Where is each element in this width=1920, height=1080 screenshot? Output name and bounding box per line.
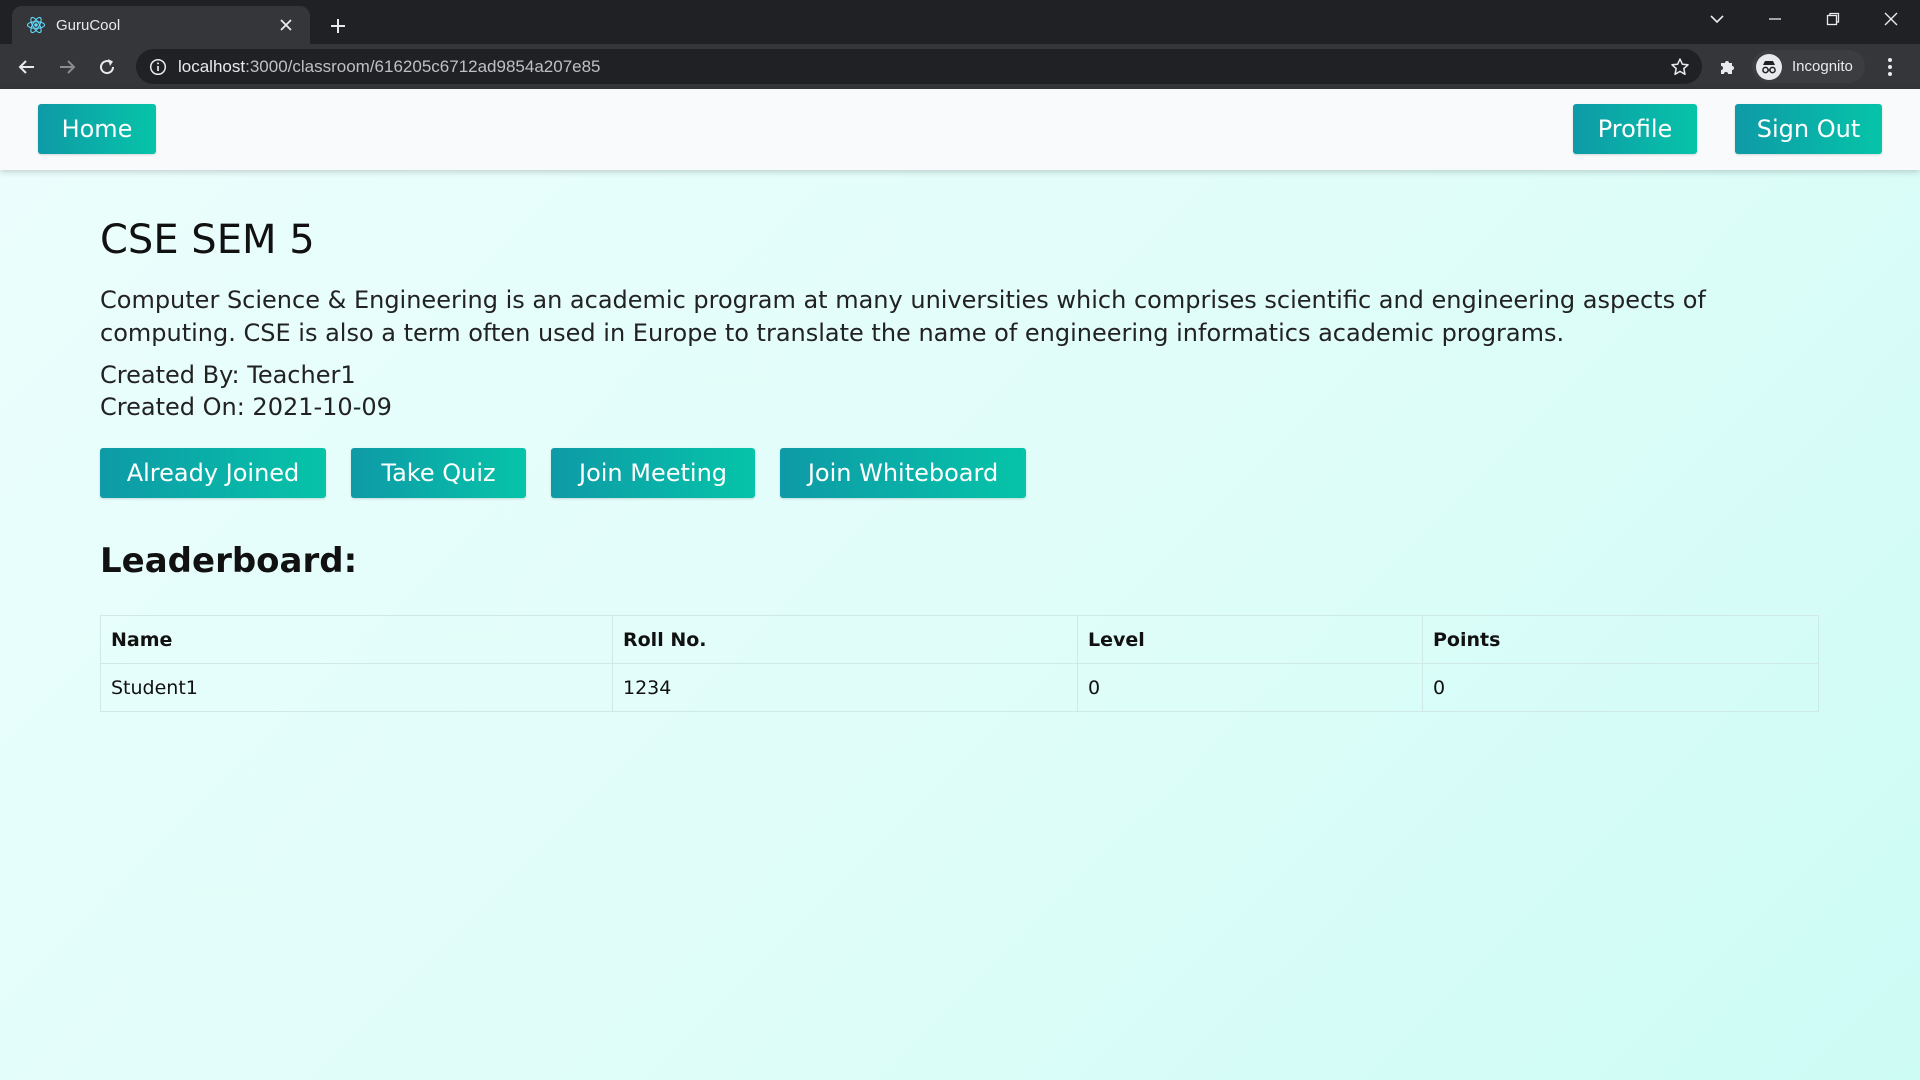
profile-button[interactable]: Profile	[1573, 104, 1697, 154]
url-host: localhost	[178, 57, 246, 76]
close-tab-icon[interactable]	[274, 13, 298, 37]
created-on: Created On: 2021-10-09	[100, 393, 392, 421]
join-meeting-button[interactable]: Join Meeting	[551, 448, 755, 498]
take-quiz-button[interactable]: Take Quiz	[351, 448, 526, 498]
classroom-description: Computer Science & Engineering is an aca…	[100, 286, 1706, 347]
created-by: Created By: Teacher1	[100, 361, 356, 389]
already-joined-button[interactable]: Already Joined	[100, 448, 326, 498]
leaderboard-table: Name Roll No. Level Points Student1 1234…	[100, 615, 1819, 712]
tab-title: GuruCool	[56, 16, 121, 34]
incognito-profile-button[interactable]: Incognito	[1752, 50, 1865, 83]
address-bar[interactable]: localhost:3000/classroom/616205c6712ad98…	[136, 49, 1702, 84]
app-navbar: Home Profile Sign Out	[0, 89, 1920, 170]
browser-menu-icon[interactable]	[1876, 53, 1904, 81]
header-roll-no: Roll No.	[612, 615, 1078, 664]
forward-icon[interactable]	[51, 51, 83, 83]
minimize-icon[interactable]	[1746, 0, 1804, 38]
sign-out-button[interactable]: Sign Out	[1735, 104, 1882, 154]
leaderboard-title: Leaderboard:	[100, 541, 358, 581]
browser-tab[interactable]: GuruCool	[12, 6, 310, 44]
url-text: localhost:3000/classroom/616205c6712ad98…	[178, 57, 601, 77]
url-path: :3000/classroom/616205c6712ad9854a207e85	[245, 57, 601, 76]
cell-name: Student1	[100, 663, 613, 712]
cell-level: 0	[1077, 663, 1423, 712]
close-window-icon[interactable]	[1862, 0, 1920, 38]
bookmark-star-icon[interactable]	[1668, 55, 1692, 79]
react-icon	[26, 15, 46, 35]
reload-icon[interactable]	[91, 51, 123, 83]
header-name: Name	[100, 615, 613, 664]
cell-points: 0	[1422, 663, 1819, 712]
browser-toolbar: localhost:3000/classroom/616205c6712ad98…	[0, 44, 1920, 89]
header-level: Level	[1077, 615, 1423, 664]
cell-roll-no: 1234	[612, 663, 1078, 712]
site-info-icon[interactable]	[148, 57, 168, 77]
home-button[interactable]: Home	[38, 104, 156, 154]
table-header-row: Name Roll No. Level Points	[100, 615, 1819, 664]
classroom-title: CSE SEM 5	[100, 217, 315, 263]
extensions-puzzle-icon[interactable]	[1714, 53, 1742, 81]
header-points: Points	[1422, 615, 1819, 664]
incognito-icon	[1756, 53, 1782, 80]
back-icon[interactable]	[11, 51, 43, 83]
tab-search-icon[interactable]	[1688, 0, 1746, 38]
incognito-label: Incognito	[1792, 58, 1853, 75]
table-row: Student1 1234 0 0	[100, 663, 1819, 712]
browser-tabstrip: GuruCool	[0, 0, 1920, 44]
restore-icon[interactable]	[1804, 0, 1862, 38]
new-tab-icon[interactable]	[322, 10, 354, 42]
join-whiteboard-button[interactable]: Join Whiteboard	[780, 448, 1026, 498]
page: Home Profile Sign Out CSE SEM 5 Computer…	[0, 89, 1920, 1080]
